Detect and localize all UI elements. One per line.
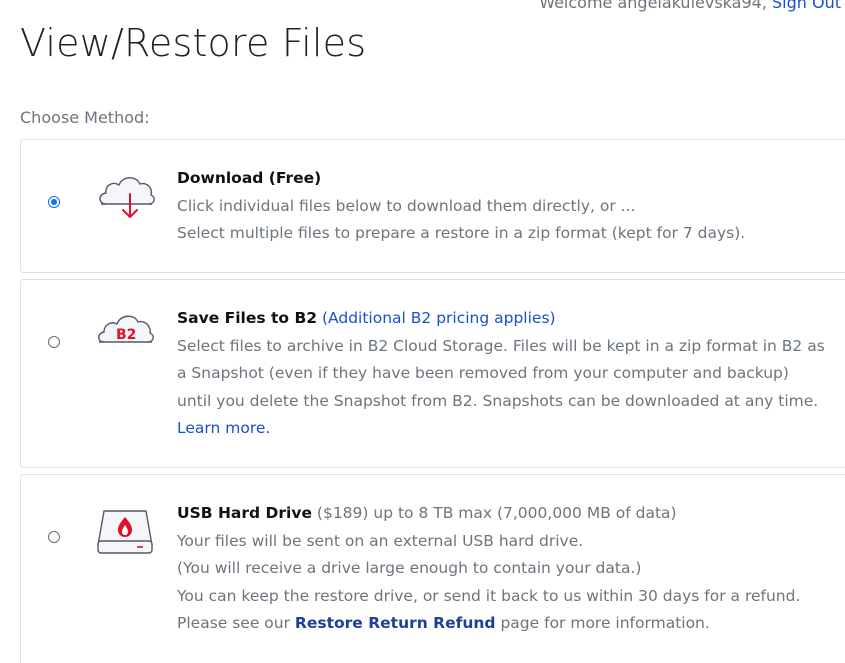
usb-line-3: You can keep the restore drive, or send … — [177, 586, 801, 605]
download-line-2: Select multiple files to prepare a resto… — [177, 224, 746, 242]
download-title: Download (Free) — [177, 169, 322, 187]
b2-icon-label: B2 — [116, 327, 136, 343]
learn-more-link[interactable]: Learn more. — [177, 419, 270, 437]
usb-description: USB Hard Drive ($189) up to 8 TB max (7,… — [177, 500, 829, 638]
usb-line-2: (You will receive a drive large enough t… — [177, 559, 642, 577]
usb-title: USB Hard Drive — [177, 504, 312, 522]
b2-line-1: Select files to archive in B2 Cloud Stor… — [177, 336, 825, 355]
b2-description: Save Files to B2 (Additional B2 pricing … — [177, 305, 829, 443]
option-b2-card[interactable]: B2 Save Files to B2 (Additional B2 prici… — [20, 279, 845, 468]
b2-radio[interactable] — [48, 336, 60, 348]
usb-radio[interactable] — [48, 531, 60, 543]
restore-return-refund-link[interactable]: Restore Return Refund — [295, 614, 496, 632]
welcome-text: Welcome angelakulevska94, — [539, 0, 767, 12]
b2-line-2: a Snapshot (even if they have been remov… — [177, 364, 789, 382]
b2-title: Save Files to B2 — [177, 309, 318, 327]
b2-pricing-link[interactable]: (Additional B2 pricing applies) — [322, 309, 556, 327]
usb-hard-drive-icon — [96, 507, 156, 561]
cloud-download-icon — [96, 168, 156, 224]
download-radio[interactable] — [48, 196, 60, 208]
choose-method-label: Choose Method: — [20, 108, 150, 127]
b2-line-3: until you delete the Snapshot from B2. S… — [177, 391, 819, 410]
page-title: View/Restore Files — [20, 21, 367, 65]
sign-out-link[interactable]: Sign Out — [772, 0, 841, 12]
usb-line-1: Your files will be sent on an external U… — [177, 531, 584, 550]
usb-line-4-post: page for more information. — [500, 614, 710, 632]
download-description: Download (Free) Click individual files b… — [177, 165, 829, 248]
usb-price-note: ($189) up to 8 TB max (7,000,000 MB of d… — [316, 504, 677, 522]
usb-line-4-pre: Please see our — [177, 614, 290, 632]
download-line-1: Click individual files below to download… — [177, 196, 636, 215]
b2-cloud-icon: B2 — [96, 306, 156, 352]
option-download-card[interactable]: Download (Free) Click individual files b… — [20, 139, 845, 273]
option-usb-card[interactable]: USB Hard Drive ($189) up to 8 TB max (7,… — [20, 474, 845, 663]
page: Welcome angelakulevska94, Sign Out View/… — [0, 0, 845, 663]
welcome-bar: Welcome angelakulevska94, Sign Out — [539, 0, 841, 12]
